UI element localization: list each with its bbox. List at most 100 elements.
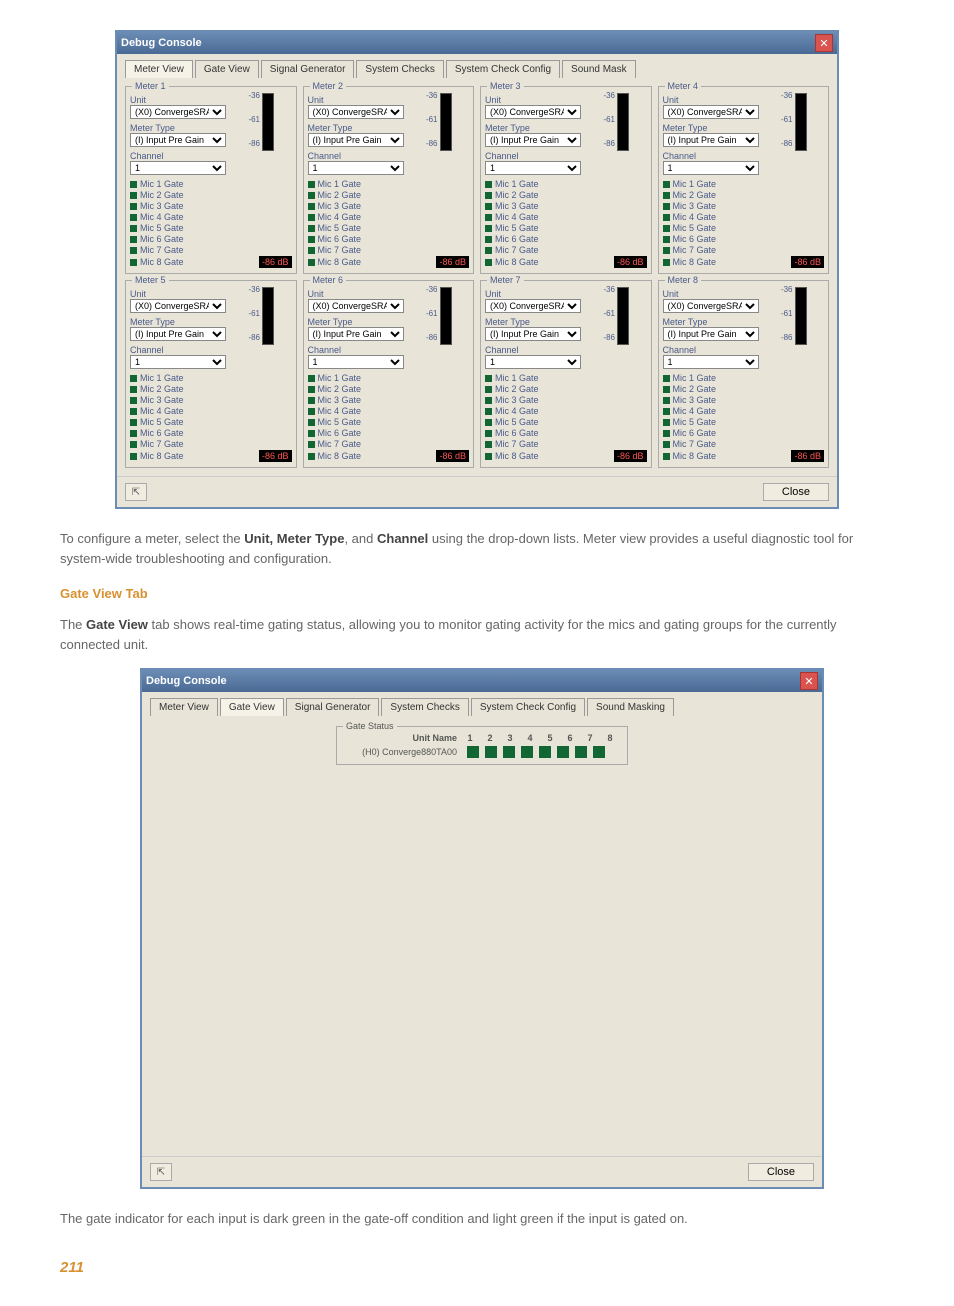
- close-button[interactable]: Close: [763, 483, 829, 501]
- channel-select[interactable]: 1: [663, 355, 759, 369]
- scale-mid: -61: [426, 309, 438, 318]
- meter-title: Meter 7: [487, 275, 524, 285]
- gate-led: [663, 453, 670, 460]
- channel-label: Channel: [308, 151, 406, 161]
- tab-sound-mask[interactable]: Sound Mask: [562, 60, 636, 78]
- detach-icon[interactable]: ⇱: [150, 1163, 172, 1181]
- meter-groupbox: Meter 3 Unit (X0) ConvergeSRA-C8 Meter T…: [480, 86, 652, 274]
- gate-led: [130, 259, 137, 266]
- tab-signal-generator[interactable]: Signal Generator: [261, 60, 355, 78]
- meter-view-panel: Meter 1 Unit (X0) ConvergeSRA-C8 Meter T…: [117, 78, 837, 476]
- channel-label: Channel: [130, 151, 228, 161]
- detach-icon[interactable]: ⇱: [125, 483, 147, 501]
- unit-select[interactable]: (X0) ConvergeSRA-C8: [663, 299, 759, 313]
- gate-label: Mic 7 Gate: [673, 245, 717, 255]
- gate-label: Mic 5 Gate: [673, 417, 717, 427]
- bottom-bar: ⇱ Close: [117, 476, 837, 507]
- channel-select[interactable]: 1: [308, 161, 404, 175]
- gate-indicator-row: Mic 1 Gate: [308, 179, 470, 189]
- unit-select[interactable]: (X0) ConvergeSRA-C8: [485, 299, 581, 313]
- level-meter: -36 -61 -86: [761, 91, 809, 155]
- gate-indicator-row: Mic 1 Gate: [663, 179, 825, 189]
- tab-system-check-config[interactable]: System Check Config: [471, 698, 585, 716]
- gate-led: [130, 181, 137, 188]
- gate-list: Mic 1 GateMic 2 GateMic 3 GateMic 4 Gate…: [308, 179, 470, 269]
- gate-led: [663, 259, 670, 266]
- scale-top: -36: [603, 285, 615, 294]
- window-title: Debug Console: [146, 675, 227, 687]
- gate-indicator-row: Mic 8 Gate-86 dB: [130, 450, 292, 462]
- gate-indicator-row: Mic 8 Gate-86 dB: [130, 256, 292, 268]
- scale-mid: -61: [248, 309, 260, 318]
- meter-type-select[interactable]: (I) Input Pre Gain: [130, 327, 226, 341]
- meter-type-select[interactable]: (I) Input Pre Gain: [308, 133, 404, 147]
- tab-gate-view[interactable]: Gate View: [195, 60, 259, 78]
- gate-label: Mic 6 Gate: [318, 234, 362, 244]
- gate-led: [130, 453, 137, 460]
- channel-select[interactable]: 1: [485, 355, 581, 369]
- meter-bar: [262, 93, 274, 151]
- meter-groupbox: Meter 1 Unit (X0) ConvergeSRA-C8 Meter T…: [125, 86, 297, 274]
- gate-label: Mic 7 Gate: [495, 439, 539, 449]
- gate-label: Mic 2 Gate: [318, 384, 362, 394]
- close-icon[interactable]: ✕: [800, 672, 818, 690]
- unit-label: Unit: [308, 289, 406, 299]
- gate-led: [130, 225, 137, 232]
- unit-select[interactable]: (X0) ConvergeSRA-C8: [485, 105, 581, 119]
- meter-type-select[interactable]: (I) Input Pre Gain: [485, 133, 581, 147]
- gate-indicator-row: Mic 4 Gate: [485, 212, 647, 222]
- gate-led: [485, 214, 492, 221]
- gate-led: [485, 430, 492, 437]
- gate-label: Mic 7 Gate: [673, 439, 717, 449]
- unit-select[interactable]: (X0) ConvergeSRA-C8: [308, 299, 404, 313]
- channel-label: Channel: [663, 151, 761, 161]
- tab-meter-view[interactable]: Meter View: [125, 60, 193, 78]
- gate-label: Mic 4 Gate: [673, 406, 717, 416]
- tab-system-checks[interactable]: System Checks: [356, 60, 443, 78]
- tab-meter-view[interactable]: Meter View: [150, 698, 218, 716]
- channel-select[interactable]: 1: [130, 161, 226, 175]
- gate-list: Mic 1 GateMic 2 GateMic 3 GateMic 4 Gate…: [130, 179, 292, 269]
- tab-gate-view[interactable]: Gate View: [220, 698, 284, 716]
- db-readout: -86 dB: [791, 256, 824, 268]
- gate-led: [308, 408, 315, 415]
- gate-indicator-row: Mic 4 Gate: [308, 406, 470, 416]
- unit-label: Unit: [308, 95, 406, 105]
- close-icon[interactable]: ✕: [815, 34, 833, 52]
- scale-mid: -61: [603, 115, 615, 124]
- gate-indicator-row: Mic 5 Gate: [663, 417, 825, 427]
- gate-label: Mic 7 Gate: [318, 439, 362, 449]
- bold-text: Unit, Meter Type: [244, 531, 344, 546]
- gate-label: Mic 8 Gate: [140, 451, 184, 461]
- channel-select[interactable]: 1: [485, 161, 581, 175]
- tab-sound-masking[interactable]: Sound Masking: [587, 698, 674, 716]
- gate-label: Mic 1 Gate: [673, 179, 717, 189]
- tab-system-checks[interactable]: System Checks: [381, 698, 468, 716]
- channel-select[interactable]: 1: [308, 355, 404, 369]
- meter-type-select[interactable]: (I) Input Pre Gain: [663, 133, 759, 147]
- meter-type-label: Meter Type: [130, 317, 228, 327]
- unit-select[interactable]: (X0) ConvergeSRA-C8: [663, 105, 759, 119]
- scale-top: -36: [781, 285, 793, 294]
- gate-led: [308, 236, 315, 243]
- gate-list: Mic 1 GateMic 2 GateMic 3 GateMic 4 Gate…: [308, 373, 470, 463]
- gate-list: Mic 1 GateMic 2 GateMic 3 GateMic 4 Gate…: [663, 373, 825, 463]
- gate-label: Mic 2 Gate: [673, 384, 717, 394]
- channel-select[interactable]: 1: [663, 161, 759, 175]
- close-button[interactable]: Close: [748, 1163, 814, 1181]
- unit-select[interactable]: (X0) ConvergeSRA-C8: [308, 105, 404, 119]
- meter-type-select[interactable]: (I) Input Pre Gain: [663, 327, 759, 341]
- tab-signal-generator[interactable]: Signal Generator: [286, 698, 380, 716]
- channel-select[interactable]: 1: [130, 355, 226, 369]
- meter-type-select[interactable]: (I) Input Pre Gain: [130, 133, 226, 147]
- gate-indicator-row: Mic 7 Gate: [130, 245, 292, 255]
- unit-select[interactable]: (X0) ConvergeSRA-C8: [130, 299, 226, 313]
- gate-led: [130, 430, 137, 437]
- gate-indicator-row: Mic 7 Gate: [485, 245, 647, 255]
- unit-select[interactable]: (X0) ConvergeSRA-C8: [130, 105, 226, 119]
- tab-system-check-config[interactable]: System Check Config: [446, 60, 560, 78]
- meter-title: Meter 4: [665, 81, 702, 91]
- meter-type-select[interactable]: (I) Input Pre Gain: [485, 327, 581, 341]
- gate-indicator-row: Mic 3 Gate: [130, 201, 292, 211]
- meter-type-select[interactable]: (I) Input Pre Gain: [308, 327, 404, 341]
